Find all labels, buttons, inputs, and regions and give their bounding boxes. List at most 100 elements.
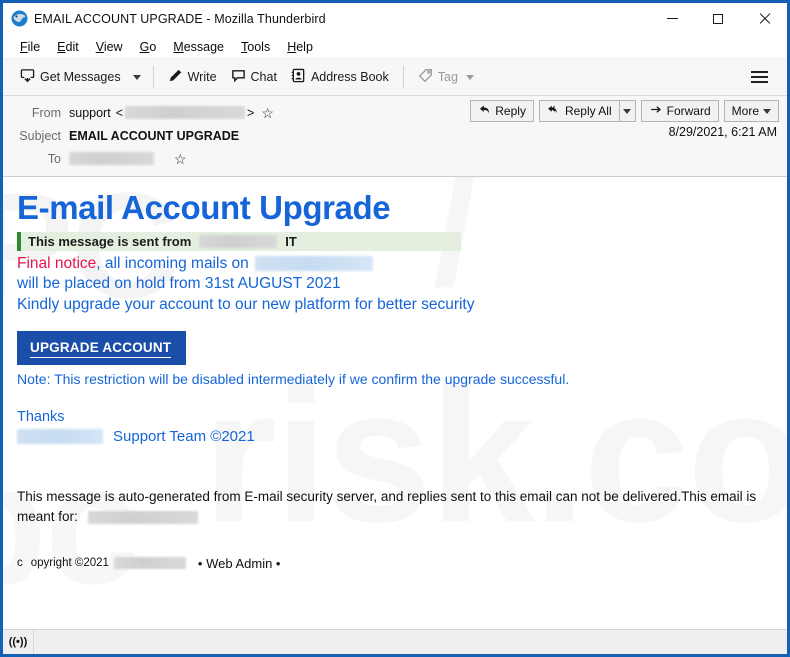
menu-edit[interactable]: Edit [49,38,88,56]
final-notice-accent: Final notice [17,254,97,272]
reply-button[interactable]: Reply [470,100,534,122]
more-button[interactable]: More [723,100,779,122]
menu-message[interactable]: Message [165,38,233,56]
forward-label: Forward [666,104,711,118]
tag-label: Tag [437,70,458,84]
copyright-text: opyright ©2021 [30,557,109,570]
window-controls [649,3,787,34]
chevron-down-icon [465,74,474,80]
chevron-down-icon [132,74,141,80]
title-bar: EMAIL ACCOUNT UPGRADE - Mozilla Thunderb… [3,3,787,35]
chevron-down-icon [763,108,771,114]
toolbar-separator-2 [402,66,404,88]
subject-label: Subject [19,128,61,143]
message-header: Reply Reply All Forward More From suppor… [3,96,787,177]
tag-icon [418,68,433,86]
maximize-icon [713,13,723,24]
get-messages-button[interactable]: Get Messages [13,64,128,91]
hamburger-line [751,81,768,83]
chevron-down-icon [623,108,632,114]
reply-all-label: Reply All [564,104,612,118]
download-mail-icon [20,68,35,86]
address-book-icon [291,68,306,86]
forward-arrow-icon [649,103,663,119]
address-book-button[interactable]: Address Book [284,64,396,91]
sender-banner-text-after: IT [285,233,297,249]
menu-bar: File Edit View Go Message Tools Help [3,35,787,58]
to-value[interactable]: ☆ [69,152,187,166]
minimize-button[interactable] [649,3,695,34]
write-label: Write [187,70,217,84]
reply-all-group: Reply All [538,100,636,122]
write-button[interactable]: Write [161,64,224,91]
domain-redacted [254,256,373,272]
copyright-suffix: • Web Admin • [197,555,281,571]
disclaimer-text: This message is auto-generated from E-ma… [17,487,773,525]
menu-tools[interactable]: Tools [233,38,279,56]
tag-button[interactable]: Tag [411,64,481,91]
reply-arrow-icon [478,103,491,119]
message-body-content: E-mail Account Upgrade This message is s… [17,189,773,571]
toolbar-separator [152,66,154,88]
reply-all-arrow-icon [547,103,561,119]
reply-all-dropdown[interactable] [618,100,636,122]
star-icon[interactable]: ☆ [261,106,274,120]
sender-banner: This message is sent from IT [17,231,461,251]
from-address-redacted [125,106,246,119]
app-menu-button[interactable] [751,65,775,89]
status-bar: ((•)) [3,629,787,654]
hamburger-line [751,71,768,73]
company-name-redacted [17,429,103,445]
to-row: To ☆ [3,147,787,170]
from-label: From [31,105,61,120]
subject-value: EMAIL ACCOUNT UPGRADE [69,128,240,143]
menu-view[interactable]: View [88,38,132,56]
final-notice-line: Final notice, all incoming mails on [17,254,773,275]
connection-status-icon[interactable]: ((•)) [3,630,34,654]
recipient-redacted [87,510,198,524]
thunderbird-window: EMAIL ACCOUNT UPGRADE - Mozilla Thunderb… [0,0,790,657]
restriction-note: Note: This restriction will be disabled … [17,371,570,388]
from-bracket-close: > [247,105,255,120]
hold-notice-line: will be placed on hold from 31st AUGUST … [17,275,341,293]
close-button[interactable] [741,3,787,34]
reply-label: Reply [495,104,526,118]
from-bracket-open: < [115,105,124,120]
minimize-icon [666,18,678,19]
copyright-prefix: c [17,557,23,570]
sender-banner-text-before: This message is sent from [28,233,192,249]
close-icon [758,13,770,25]
message-date: 8/29/2021, 6:21 AM [668,125,777,139]
from-display-name: support [69,105,111,120]
final-notice-rest: , all incoming mails on [96,254,249,272]
menu-go[interactable]: Go [132,38,166,56]
star-icon[interactable]: ☆ [174,152,187,166]
more-label: More [731,104,759,118]
sender-banner-redacted [199,234,278,248]
hamburger-line [751,76,768,78]
message-actions: Reply Reply All Forward More [470,100,779,122]
chat-label: Chat [250,70,277,84]
signature-text: Support Team ©2021 [113,428,255,446]
menu-file[interactable]: File [12,38,49,56]
main-toolbar: Get Messages Write Chat Address Book Tag [3,58,787,96]
reply-all-button[interactable]: Reply All [538,100,619,122]
upgrade-account-label: UPGRADE ACCOUNT [30,340,172,359]
upgrade-prompt-line: Kindly upgrade your account to our new p… [17,295,475,313]
thunderbird-icon [11,10,28,27]
page-title: E-mail Account Upgrade [17,189,391,226]
to-address-redacted [69,152,154,165]
chat-button[interactable]: Chat [224,64,284,91]
forward-button[interactable]: Forward [640,100,719,122]
copyright-line: c opyright ©2021 • Web Admin • [17,556,773,571]
maximize-button[interactable] [695,3,741,34]
to-label: To [47,151,61,166]
thanks-line: Thanks [17,409,65,426]
signature-line: Support Team ©2021 [17,428,773,445]
get-messages-dropdown[interactable] [128,64,146,91]
menu-help[interactable]: Help [279,38,322,56]
window-title: EMAIL ACCOUNT UPGRADE - Mozilla Thunderb… [34,11,326,26]
upgrade-account-button[interactable]: UPGRADE ACCOUNT [17,331,187,366]
from-value[interactable]: support < > ☆ [69,106,274,120]
pencil-icon [168,68,183,86]
